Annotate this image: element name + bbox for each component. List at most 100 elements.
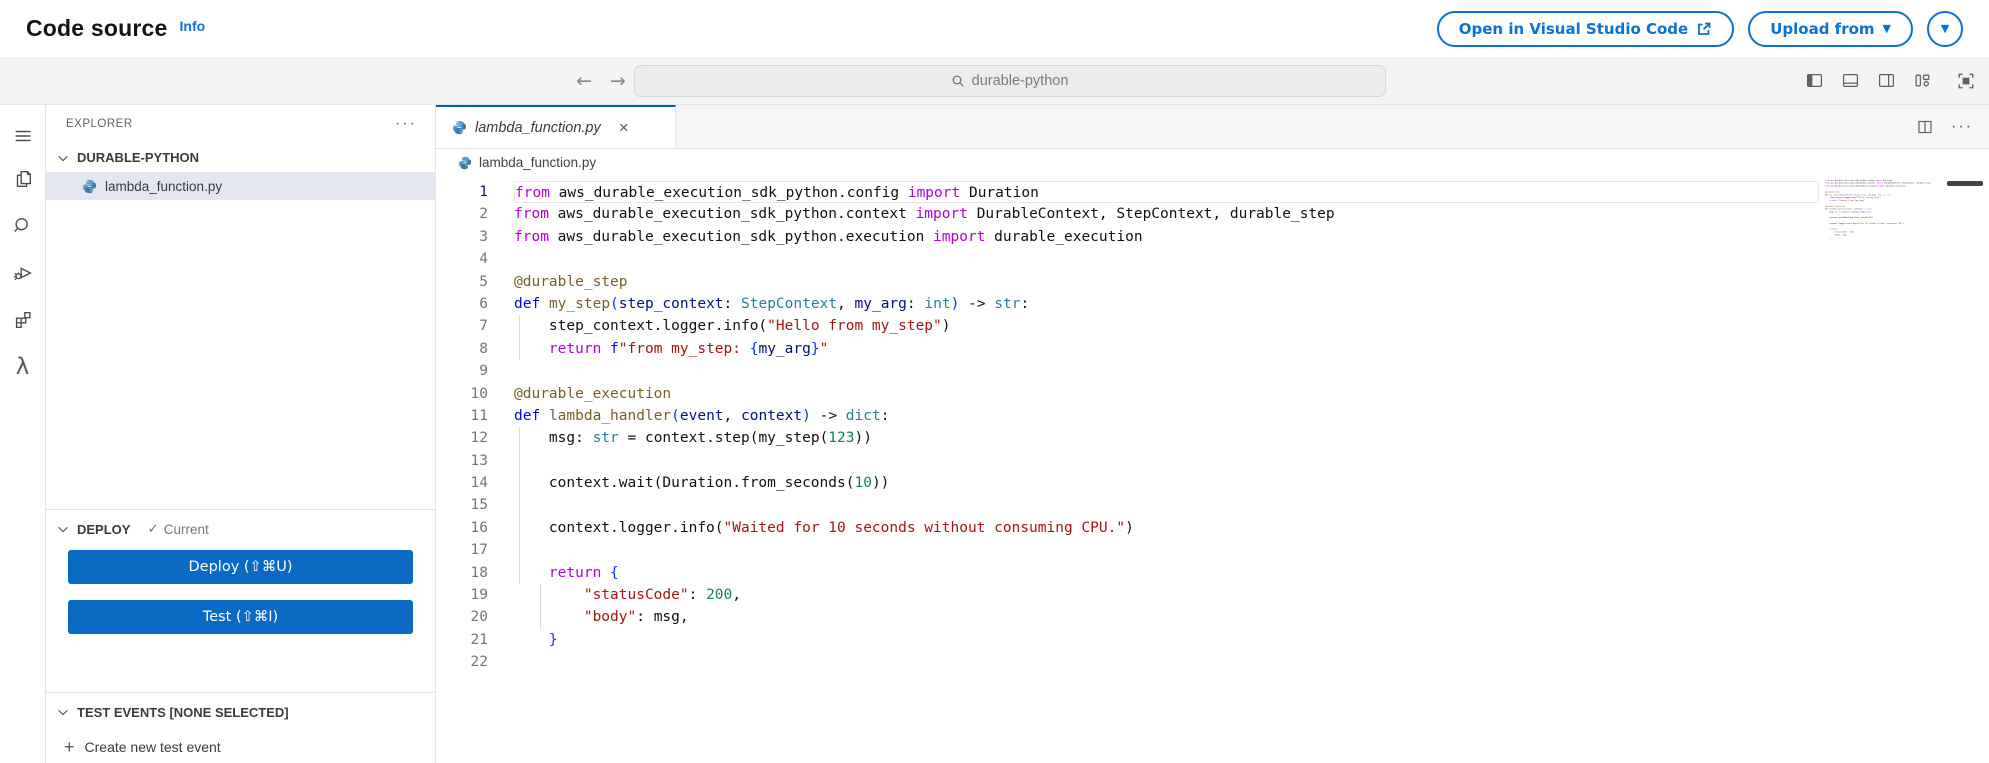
explorer-icon[interactable] <box>0 155 46 202</box>
caret-down-icon: ▼ <box>1882 22 1891 35</box>
tab-lambda-function[interactable]: lambda_function.py × <box>436 105 676 148</box>
code-line: "body": msg, <box>514 606 1819 629</box>
caret-down-icon: ▼ <box>1940 22 1950 35</box>
code-line: from aws_durable_execution_sdk_python.ex… <box>514 228 1143 245</box>
customize-layout-icon[interactable] <box>1914 72 1931 89</box>
more-actions-button[interactable]: ▼ <box>1927 10 1963 47</box>
code-line <box>514 494 1819 517</box>
line-number: 7 <box>479 318 488 335</box>
code-line: return f"from my_step: {my_arg}" <box>514 337 1819 361</box>
extensions-icon[interactable] <box>0 296 46 343</box>
python-file-icon <box>82 179 97 193</box>
vscode-main: λ EXPLORER ··· DURABLE-PYTHON lambda_fun… <box>0 105 1989 763</box>
toggle-primary-sidebar-icon[interactable] <box>1806 72 1823 89</box>
code-content: from aws_durable_execution_sdk_python.co… <box>514 176 1819 674</box>
nav-forward-icon[interactable]: → <box>610 70 626 92</box>
line-number: 2 <box>479 206 488 223</box>
aws-lambda-icon[interactable]: λ <box>0 343 46 390</box>
line-number: 22 <box>470 654 488 671</box>
code-line: step_context.logger.info("Hello from my_… <box>514 315 1819 338</box>
test-button[interactable]: Test (⇧⌘I) <box>68 600 413 634</box>
line-number: 5 <box>479 273 488 290</box>
code-line: } <box>548 631 558 648</box>
check-icon: ✓ <box>147 521 159 536</box>
minimap[interactable]: from aws_durable_execution_sdk_python.co… <box>1825 179 1943 699</box>
tab-close-icon[interactable]: × <box>619 119 629 136</box>
deploy-button[interactable]: Deploy (⇧⌘U) <box>68 550 413 584</box>
scrollbar-thumb[interactable] <box>1947 181 1983 186</box>
test-events-section-title[interactable]: TEST EVENTS [NONE SELECTED] <box>77 705 289 720</box>
code-line: @durable_step <box>514 273 628 290</box>
line-number: 18 <box>470 564 488 581</box>
header-actions: Open in Visual Studio Code Upload from ▼… <box>1436 10 1963 47</box>
toggle-panel-icon[interactable] <box>1842 72 1859 89</box>
code-line: from aws_durable_execution_sdk_python.co… <box>514 206 1335 223</box>
page-title: Code source <box>26 15 168 41</box>
aws-console-header: Code source Info Open in Visual Studio C… <box>0 0 1989 57</box>
upload-from-button[interactable]: Upload from ▼ <box>1748 10 1913 47</box>
line-number: 16 <box>470 519 488 536</box>
line-number: 4 <box>479 251 488 268</box>
code-line: "statusCode": 200, <box>514 584 1819 607</box>
code-line: return { <box>514 561 1819 585</box>
code-line: from aws_durable_execution_sdk_python.co… <box>514 181 1819 204</box>
code-line: context.logger.info("Waited for 10 secon… <box>514 516 1819 540</box>
deploy-section-title[interactable]: DEPLOY <box>77 522 130 537</box>
chevron-down-icon[interactable] <box>56 522 70 536</box>
external-link-icon <box>1698 22 1711 35</box>
line-number: 9 <box>479 363 488 380</box>
split-editor-icon[interactable] <box>1917 119 1933 135</box>
open-in-vscode-button[interactable]: Open in Visual Studio Code <box>1436 10 1735 47</box>
fullscreen-icon[interactable] <box>1957 72 1975 90</box>
test-events-section: TEST EVENTS [NONE SELECTED] + Create new… <box>46 692 435 763</box>
file-row-lambda-function[interactable]: lambda_function.py <box>46 172 435 200</box>
vscode-titlebar: ← → durable-python <box>0 57 1989 105</box>
explorer-empty-area <box>46 200 435 509</box>
code-line <box>514 449 1819 473</box>
line-number: 12 <box>470 430 488 447</box>
editor-more-icon[interactable]: ··· <box>1951 118 1973 136</box>
toggle-secondary-sidebar-icon[interactable] <box>1878 72 1895 89</box>
chevron-down-icon[interactable] <box>56 705 70 719</box>
chevron-down-icon <box>58 155 68 161</box>
run-debug-icon[interactable] <box>0 249 46 296</box>
search-view-icon[interactable] <box>0 202 46 249</box>
line-number: 15 <box>470 497 488 514</box>
plus-icon: + <box>64 736 75 757</box>
line-number: 8 <box>479 340 488 357</box>
tab-bar: lambda_function.py × ··· <box>436 105 1989 149</box>
line-numbers: 1 2 3 4 5 6 7 8 9 10 11 12 13 14 15 16 17 18 19 20 21 22 <box>436 181 488 674</box>
code-line <box>514 539 1819 562</box>
line-number: 10 <box>470 385 488 402</box>
explorer-more-icon[interactable]: ··· <box>395 115 417 133</box>
explorer-sidebar: EXPLORER ··· DURABLE-PYTHON lambda_funct… <box>46 105 436 763</box>
code-line: def lambda_handler(event, context) -> di… <box>514 407 890 424</box>
line-number: 19 <box>470 587 488 604</box>
code-line: @durable_execution <box>514 385 672 402</box>
code-line: msg: str = context.step(my_step(123)) <box>514 427 1819 450</box>
search-icon <box>952 75 964 87</box>
line-number: 17 <box>470 542 488 559</box>
line-number: 6 <box>479 295 488 312</box>
info-link[interactable]: Info <box>180 18 206 34</box>
create-test-event-button[interactable]: + Create new test event <box>46 731 435 763</box>
code-line: def my_step(step_context: StepContext, m… <box>514 295 1030 312</box>
line-number: 14 <box>470 475 488 492</box>
line-number: 11 <box>470 407 488 424</box>
search-input[interactable]: durable-python <box>633 65 1386 97</box>
nav-back-icon[interactable]: ← <box>576 70 592 92</box>
folder-row-durable-python[interactable]: DURABLE-PYTHON <box>46 143 435 172</box>
breadcrumb[interactable]: lambda_function.py <box>436 149 1989 176</box>
deploy-section: DEPLOY ✓ Current Deploy (⇧⌘U) Test (⇧⌘I) <box>46 509 435 692</box>
code-line: context.wait(Duration.from_seconds(10)) <box>514 472 1819 495</box>
code-editor[interactable]: 1 2 3 4 5 6 7 8 9 10 11 12 13 14 15 16 17 18 19 20 21 22 from… <box>436 176 1989 763</box>
deploy-status: ✓ Current <box>147 521 209 537</box>
python-file-icon <box>458 156 472 169</box>
editor-group: lambda_function.py × ··· lambda_function… <box>436 105 1989 763</box>
menu-icon[interactable] <box>0 117 46 155</box>
activity-bar: λ <box>0 105 46 763</box>
line-number: 20 <box>470 609 488 626</box>
